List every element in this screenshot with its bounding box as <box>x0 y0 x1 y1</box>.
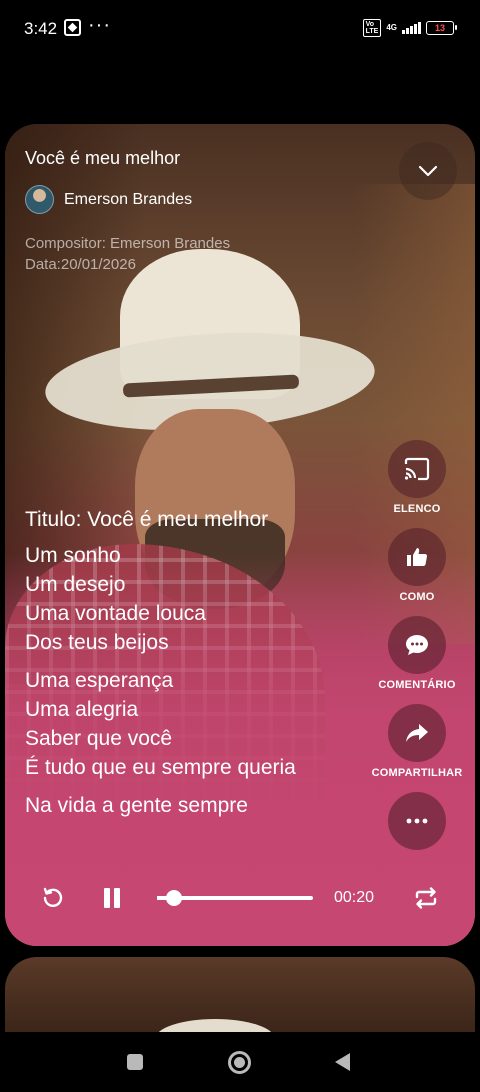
navigation-bar <box>0 1032 480 1092</box>
replay-button[interactable] <box>41 886 65 915</box>
action-cast[interactable]: ELENCO <box>388 440 446 528</box>
next-song-card[interactable] <box>5 957 475 1037</box>
player-controls: 00:20 <box>5 876 475 920</box>
share-label: COMPARTILHAR <box>371 767 463 779</box>
action-share[interactable]: COMPARTILHAR <box>372 704 463 792</box>
pause-button[interactable] <box>102 888 122 908</box>
app-notification-icon <box>64 19 81 36</box>
comment-icon <box>405 635 428 655</box>
progress-slider[interactable] <box>157 890 313 906</box>
battery-icon: 13 <box>426 21 457 35</box>
song-meta: Compositor: Emerson Brandes Data:20/01/2… <box>25 233 230 275</box>
author-name[interactable]: Emerson Brandes <box>64 191 192 209</box>
chevron-down-icon <box>418 165 438 177</box>
lyrics-scroll[interactable]: Titulo: Você é meu melhor Um sonho Um de… <box>25 508 345 850</box>
action-more[interactable] <box>388 792 446 880</box>
comment-button[interactable] <box>387 616 446 674</box>
pause-icon <box>114 888 120 908</box>
status-bar: 3:42 ··· Vo LTE 4G 13 <box>0 0 480 56</box>
volte-icon: Vo LTE <box>362 19 382 37</box>
share-icon <box>406 724 428 742</box>
more-icon <box>406 818 428 824</box>
back-icon[interactable] <box>335 1053 350 1071</box>
recents-icon[interactable] <box>127 1054 143 1070</box>
lyrics-stanza: Uma esperança Uma alegria Saber que você… <box>25 669 296 779</box>
cast-label: ELENCO <box>393 503 441 515</box>
cast-icon <box>404 457 430 481</box>
more-button[interactable] <box>388 792 446 850</box>
date-text: Data:20/01/2026 <box>25 256 136 273</box>
status-indicators: Vo LTE 4G 13 <box>362 19 457 37</box>
song-card[interactable]: Você é meu melhor Emerson Brandes Compos… <box>5 124 475 946</box>
signal-icon <box>402 22 421 34</box>
comment-label: COMENTÁRIO <box>378 679 456 691</box>
more-notifications-icon: ··· <box>88 14 111 36</box>
collapse-button[interactable] <box>399 142 457 200</box>
network-type: 4G <box>386 23 397 32</box>
song-title: Você é meu melhor <box>25 148 181 168</box>
avatar[interactable] <box>25 185 54 214</box>
lyrics-title: Titulo: Você é meu melhor <box>25 508 269 531</box>
author-row[interactable]: Emerson Brandes <box>25 185 192 214</box>
current-time: 00:20 <box>334 889 375 906</box>
progress-knob[interactable] <box>166 890 183 906</box>
status-time: 3:42 <box>24 19 58 38</box>
action-like[interactable]: COMO <box>388 528 446 616</box>
thumbs-up-icon <box>407 548 428 567</box>
pause-icon <box>104 888 110 908</box>
side-actions: ELENCO COMO COMENTÁRIO COMPARTILHAR <box>367 440 467 880</box>
battery-level: 13 <box>434 23 445 33</box>
home-icon[interactable] <box>228 1051 251 1074</box>
share-button[interactable] <box>388 704 446 762</box>
repeat-button[interactable] <box>413 886 439 915</box>
action-comment[interactable]: COMENTÁRIO <box>378 616 455 704</box>
cast-button[interactable] <box>388 440 446 498</box>
lyrics-stanza: Na vida a gente sempre <box>25 794 248 817</box>
replay-icon <box>43 887 63 907</box>
lyrics-stanza: Um sonho Um desejo Uma vontade louca Dos… <box>25 544 206 654</box>
composer-text: Compositor: Emerson Brandes <box>25 235 231 252</box>
like-label: COMO <box>399 591 435 603</box>
like-button[interactable] <box>388 528 446 586</box>
repeat-icon <box>415 887 437 909</box>
